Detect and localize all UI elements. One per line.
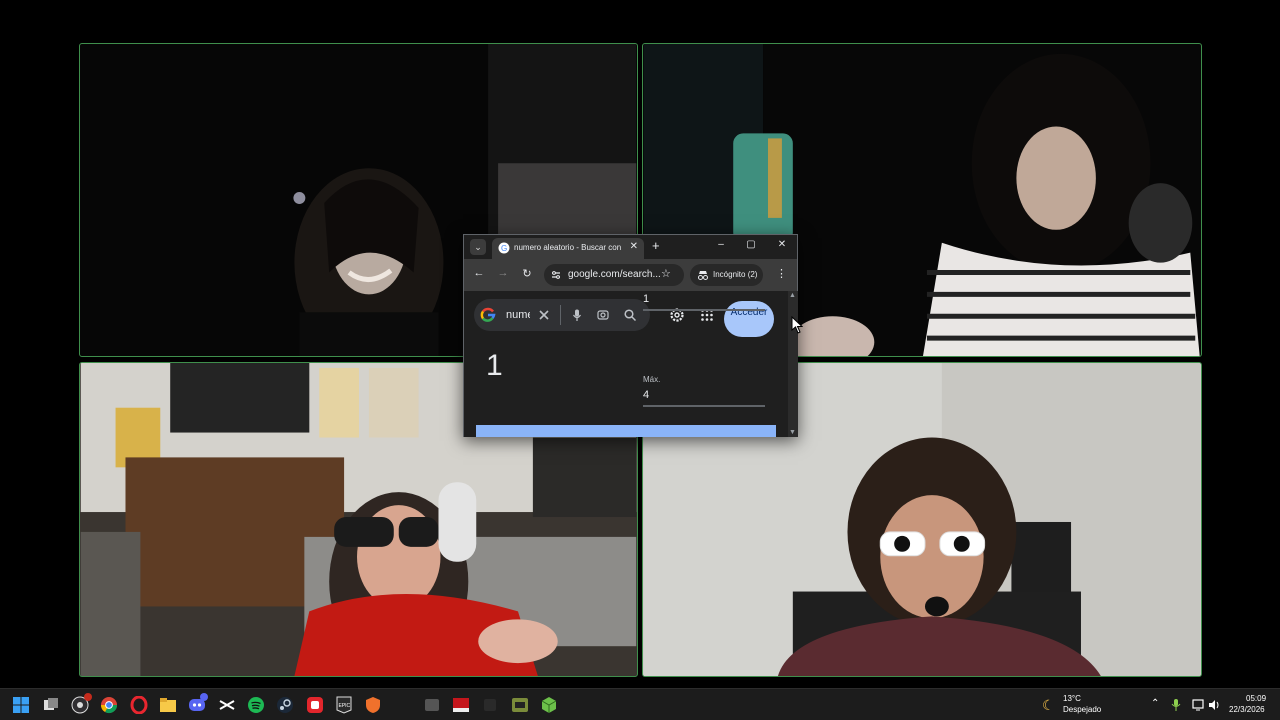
microphone-tray-icon[interactable] xyxy=(1170,698,1182,712)
mouse-cursor-icon xyxy=(791,316,803,334)
browser-shield-icon[interactable] xyxy=(364,696,382,714)
scroll-down-arrow[interactable]: ▼ xyxy=(789,429,796,436)
epic-games-icon[interactable]: EPIC xyxy=(335,696,353,714)
windows-start-icon[interactable] xyxy=(12,696,30,714)
app-cube-icon[interactable] xyxy=(540,696,558,714)
notification-badge xyxy=(84,693,92,701)
max-input-underline xyxy=(643,405,765,407)
network-icon[interactable] xyxy=(1192,698,1206,712)
tab-title: numero aleatorio - Buscar con Google xyxy=(514,243,622,252)
app-green-icon[interactable] xyxy=(511,696,529,714)
bookmark-star-icon[interactable]: ☆ xyxy=(661,267,671,280)
search-divider xyxy=(560,305,561,325)
incognito-label: Incógnito (2) xyxy=(713,270,758,279)
app-dark-icon[interactable] xyxy=(481,696,499,714)
incognito-badge[interactable]: Incógnito (2) xyxy=(690,264,763,286)
weather-temperature[interactable]: 13°C xyxy=(1063,694,1081,703)
task-view-icon[interactable] xyxy=(42,696,60,714)
sign-in-button[interactable]: Acceder xyxy=(724,301,774,337)
rec-app-icon[interactable] xyxy=(452,696,470,714)
min-value-input[interactable]: 1 xyxy=(643,293,649,305)
url-text: google.com/search... xyxy=(568,269,661,280)
app-red-icon[interactable] xyxy=(306,696,324,714)
scroll-up-arrow[interactable]: ▲ xyxy=(789,292,796,299)
incognito-icon xyxy=(698,271,708,280)
volume-icon[interactable] xyxy=(1207,698,1221,712)
tab-search-button[interactable]: ⌄ xyxy=(470,239,486,255)
page-content: numero aleatorio Acceder xyxy=(464,291,798,437)
maximize-button[interactable]: ▢ xyxy=(744,239,758,250)
minimize-button[interactable]: – xyxy=(714,239,728,250)
app-gray-icon[interactable] xyxy=(423,696,441,714)
chrome-icon[interactable] xyxy=(100,696,118,714)
back-button[interactable]: ← xyxy=(472,267,486,279)
microphone-icon[interactable] xyxy=(570,308,584,322)
file-explorer-icon[interactable] xyxy=(159,696,177,714)
clock-date[interactable]: 22/3/2026 xyxy=(1229,705,1265,714)
clock-time[interactable]: 05:09 xyxy=(1246,694,1266,703)
discord-badge xyxy=(200,693,208,701)
weather-description[interactable]: Despejado xyxy=(1063,705,1101,714)
search-query[interactable]: numero aleatorio xyxy=(506,309,530,321)
incognito-browser-window[interactable]: ⌄ G numero aleatorio - Buscar con Google… xyxy=(463,234,798,437)
reload-button[interactable]: ↻ xyxy=(520,267,534,280)
capcut-icon[interactable] xyxy=(218,696,236,714)
max-label: Máx. xyxy=(643,375,661,384)
tab-bar: ⌄ G numero aleatorio - Buscar con Google… xyxy=(464,235,797,259)
max-value-input[interactable]: 4 xyxy=(643,389,649,401)
random-number-result: 1 xyxy=(486,349,503,382)
google-favicon-icon: G xyxy=(498,242,510,254)
svg-text:EPIC: EPIC xyxy=(339,703,351,709)
show-hidden-icons-chevron-icon[interactable]: ⌃ xyxy=(1151,698,1159,709)
search-icon[interactable] xyxy=(623,308,637,322)
clear-search-icon[interactable] xyxy=(537,308,551,322)
google-lens-icon[interactable] xyxy=(596,308,610,322)
browser-toolbar: ← → ↻ google.com/search... ☆ Incógnito (… xyxy=(464,259,797,291)
site-settings-icon[interactable] xyxy=(550,269,562,281)
svg-text:G: G xyxy=(501,244,507,253)
google-search-box[interactable]: numero aleatorio xyxy=(474,299,650,331)
new-tab-button[interactable]: + xyxy=(652,238,660,253)
google-logo-icon xyxy=(480,307,496,322)
close-tab-icon[interactable]: ✕ xyxy=(630,241,638,252)
page-scrollbar[interactable]: ▲ ▼ xyxy=(788,291,798,437)
generate-button[interactable] xyxy=(476,425,776,437)
windows-taskbar: EPIC ☾ 13°C Despejado ⌃ 05:09 22/3/2026 xyxy=(0,688,1280,720)
moon-weather-icon[interactable]: ☾ xyxy=(1042,697,1055,714)
tab-numero-aleatorio[interactable]: G numero aleatorio - Buscar con Google ✕ xyxy=(492,238,644,259)
opera-gx-icon[interactable] xyxy=(130,696,148,714)
close-window-button[interactable]: ✕ xyxy=(775,239,789,250)
steam-icon[interactable] xyxy=(276,696,294,714)
spotify-icon[interactable] xyxy=(247,696,265,714)
forward-button[interactable]: → xyxy=(496,267,510,279)
min-input-underline xyxy=(643,309,765,311)
browser-menu-icon[interactable]: ⋮ xyxy=(776,267,787,280)
